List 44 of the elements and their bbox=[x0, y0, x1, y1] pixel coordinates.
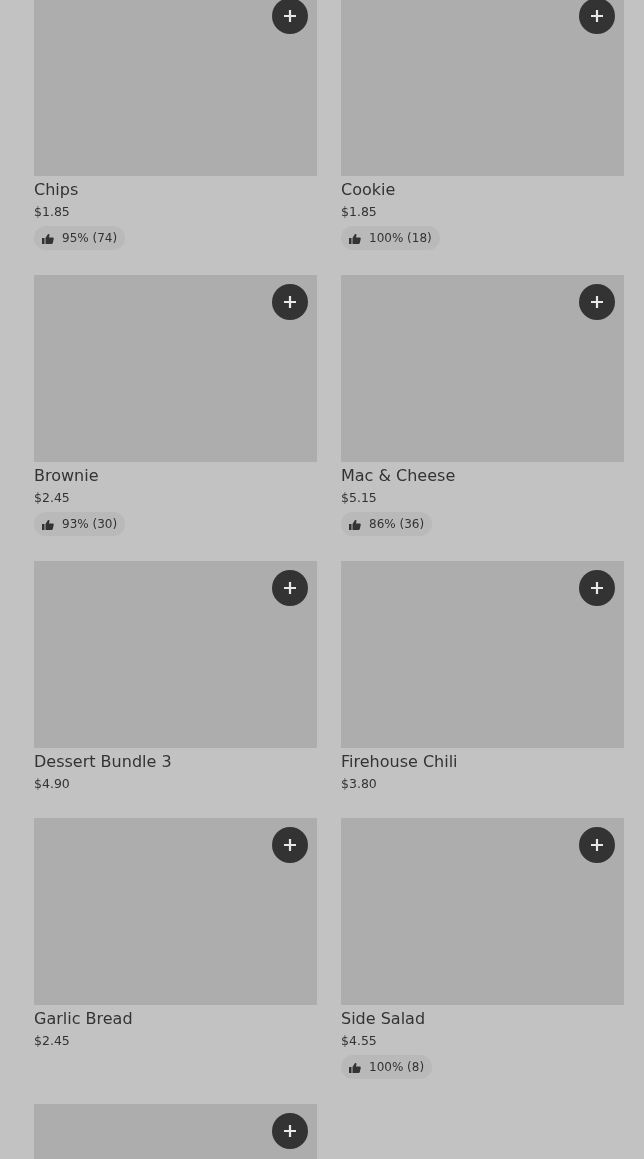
item-price: $1.85 bbox=[34, 203, 70, 221]
thumbs-up-icon bbox=[42, 518, 54, 530]
rating-text: 100% (18) bbox=[369, 231, 432, 245]
add-button[interactable] bbox=[272, 284, 308, 320]
add-button[interactable] bbox=[272, 570, 308, 606]
item-price: $1.85 bbox=[341, 203, 377, 221]
add-button[interactable] bbox=[272, 0, 308, 34]
item-price: $3.80 bbox=[341, 775, 377, 793]
item-name: Side Salad bbox=[341, 1008, 426, 1030]
item-price: $2.45 bbox=[34, 489, 70, 507]
item-price: $2.45 bbox=[34, 1032, 70, 1050]
plus-icon bbox=[283, 9, 297, 23]
add-button[interactable] bbox=[579, 827, 615, 863]
rating-text: 95% (74) bbox=[62, 231, 118, 245]
plus-icon bbox=[590, 581, 604, 595]
plus-icon bbox=[283, 1124, 297, 1138]
thumbs-up-icon bbox=[349, 232, 361, 244]
thumbs-up-icon bbox=[42, 232, 54, 244]
plus-icon bbox=[283, 581, 297, 595]
item-price: $4.90 bbox=[34, 775, 70, 793]
item-name: Cookie bbox=[341, 179, 396, 201]
plus-icon bbox=[590, 838, 604, 852]
thumbs-up-icon bbox=[349, 1061, 361, 1073]
plus-icon bbox=[590, 9, 604, 23]
plus-icon bbox=[283, 838, 297, 852]
item-price: $4.55 bbox=[341, 1032, 377, 1050]
plus-icon bbox=[283, 295, 297, 309]
add-button[interactable] bbox=[272, 1113, 308, 1149]
add-button[interactable] bbox=[272, 827, 308, 863]
plus-icon bbox=[590, 295, 604, 309]
item-price: $5.15 bbox=[341, 489, 377, 507]
item-name: Firehouse Chili bbox=[341, 751, 458, 773]
rating-text: 93% (30) bbox=[62, 517, 118, 531]
item-name: Chips bbox=[34, 179, 79, 201]
item-name: Brownie bbox=[34, 465, 99, 487]
thumbs-up-icon bbox=[349, 518, 361, 530]
rating-text: 100% (8) bbox=[369, 1060, 425, 1074]
rating-text: 86% (36) bbox=[369, 517, 425, 531]
item-name: Mac & Cheese bbox=[341, 465, 456, 487]
add-button[interactable] bbox=[579, 0, 615, 34]
add-button[interactable] bbox=[579, 284, 615, 320]
add-button[interactable] bbox=[579, 570, 615, 606]
item-name: Dessert Bundle 3 bbox=[34, 751, 172, 773]
item-name: Garlic Bread bbox=[34, 1008, 133, 1030]
